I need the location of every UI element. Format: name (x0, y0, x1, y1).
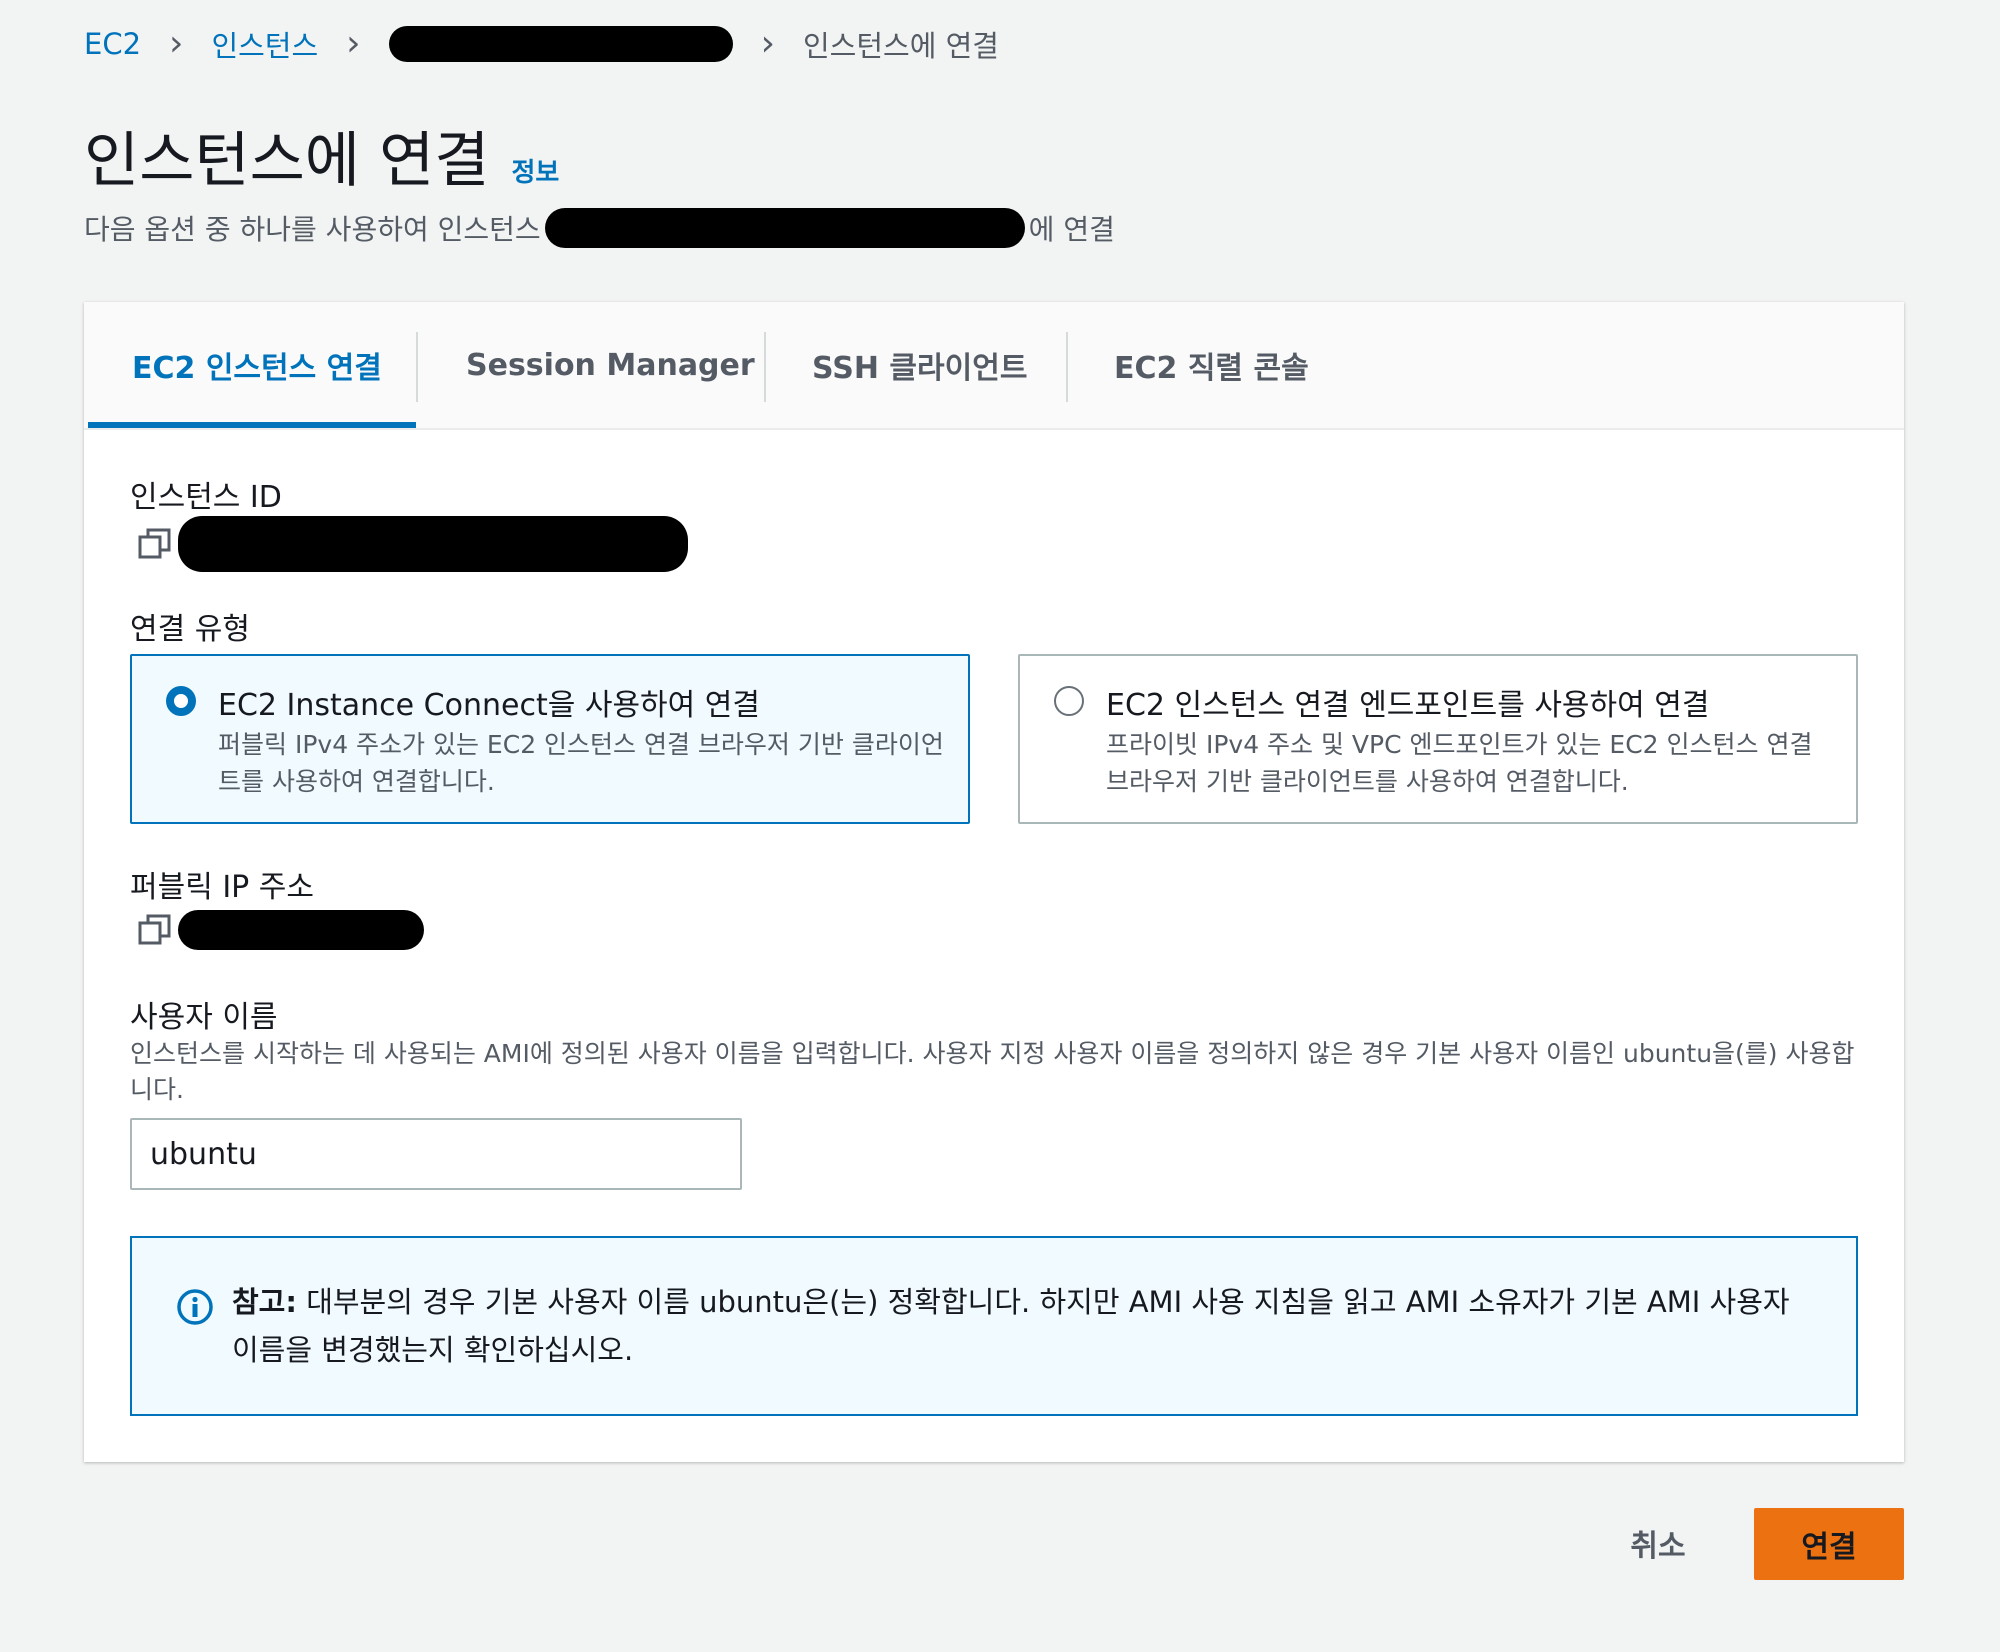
redacted-public-ip (178, 910, 424, 950)
alert-prefix: 참고: (232, 1285, 297, 1319)
tab-divider (1066, 332, 1068, 402)
page-subtitle: 다음 옵션 중 하나를 사용하여 인스턴스 에 연결 (84, 208, 1115, 248)
tab-ec2-serial-console[interactable]: EC2 직렬 콘솔 (1114, 302, 1309, 428)
radio-button-selected[interactable] (166, 686, 196, 716)
public-ip-label: 퍼블릭 IP 주소 (130, 870, 315, 905)
option-description: 퍼블릭 IPv4 주소가 있는 EC2 인스턴스 연결 브라우저 기반 클라이언… (218, 730, 944, 796)
copy-icon[interactable] (138, 913, 172, 947)
instance-id-label: 인스턴스 ID (130, 480, 282, 515)
chevron-right-icon: › (169, 23, 184, 64)
page-title: 인스턴스에 연결 (84, 126, 490, 196)
option-title: EC2 Instance Connect을 사용하여 연결 (218, 688, 760, 723)
option-description: 프라이빗 IPv4 주소 및 VPC 엔드포인트가 있는 EC2 인스턴스 연결… (1106, 730, 1813, 796)
connect-button[interactable]: 연결 (1754, 1508, 1904, 1580)
radio-button[interactable] (1054, 686, 1084, 716)
breadcrumb: EC2 › 인스턴스 › › 인스턴스에 연결 (84, 22, 999, 66)
subtitle-prefix: 다음 옵션 중 하나를 사용하여 인스턴스 (84, 213, 541, 246)
active-tab-indicator (88, 422, 416, 428)
info-link[interactable]: 정보 (511, 152, 559, 189)
connection-option-instance-connect[interactable]: EC2 Instance Connect을 사용하여 연결 퍼블릭 IPv4 주… (130, 654, 970, 824)
chevron-right-icon: › (760, 23, 775, 64)
breadcrumb-link-ec2[interactable]: EC2 (84, 27, 141, 61)
connection-option-endpoint[interactable]: EC2 인스턴스 연결 엔드포인트를 사용하여 연결 프라이빗 IPv4 주소 … (1018, 654, 1858, 824)
tab-bar: EC2 인스턴스 연결 Session Manager SSH 클라이언트 EC… (84, 302, 1904, 430)
redacted-instance-name (388, 26, 733, 62)
username-hint: 인스턴스를 시작하는 데 사용되는 AMI에 정의된 사용자 이름을 입력합니다… (130, 1039, 1855, 1104)
public-ip-value (138, 910, 424, 950)
tab-divider (764, 332, 766, 402)
connect-panel: EC2 인스턴스 연결 Session Manager SSH 클라이언트 EC… (84, 302, 1904, 1462)
breadcrumb-current: 인스턴스에 연결 (802, 29, 999, 63)
copy-icon[interactable] (138, 527, 172, 561)
alert-text: 참고: 대부분의 경우 기본 사용자 이름 ubuntu은(는) 정확합니다. … (232, 1278, 1802, 1374)
instance-id-value (138, 516, 688, 572)
tab-ssh-client[interactable]: SSH 클라이언트 (812, 302, 1027, 428)
connection-type-label: 연결 유형 (130, 612, 250, 647)
info-alert: 참고: 대부분의 경우 기본 사용자 이름 ubuntu은(는) 정확합니다. … (130, 1236, 1858, 1416)
username-input[interactable] (130, 1118, 742, 1190)
alert-body: 대부분의 경우 기본 사용자 이름 ubuntu은(는) 정확합니다. 하지만 … (232, 1285, 1790, 1367)
tab-divider (416, 332, 418, 402)
info-icon (176, 1288, 214, 1326)
breadcrumb-link-instances[interactable]: 인스턴스 (211, 23, 318, 65)
subtitle-suffix: 에 연결 (1028, 213, 1115, 246)
redacted-instance-id-value (178, 516, 688, 572)
option-title: EC2 인스턴스 연결 엔드포인트를 사용하여 연결 (1106, 688, 1710, 723)
tab-ec2-instance-connect[interactable]: EC2 인스턴스 연결 (132, 302, 382, 428)
chevron-right-icon: › (346, 23, 361, 64)
page-header: 인스턴스에 연결 정보 (84, 112, 559, 199)
tab-session-manager[interactable]: Session Manager (466, 302, 755, 428)
cancel-button[interactable]: 취소 (1608, 1518, 1708, 1568)
username-label: 사용자 이름 (130, 1000, 278, 1035)
redacted-instance-id (544, 208, 1025, 248)
